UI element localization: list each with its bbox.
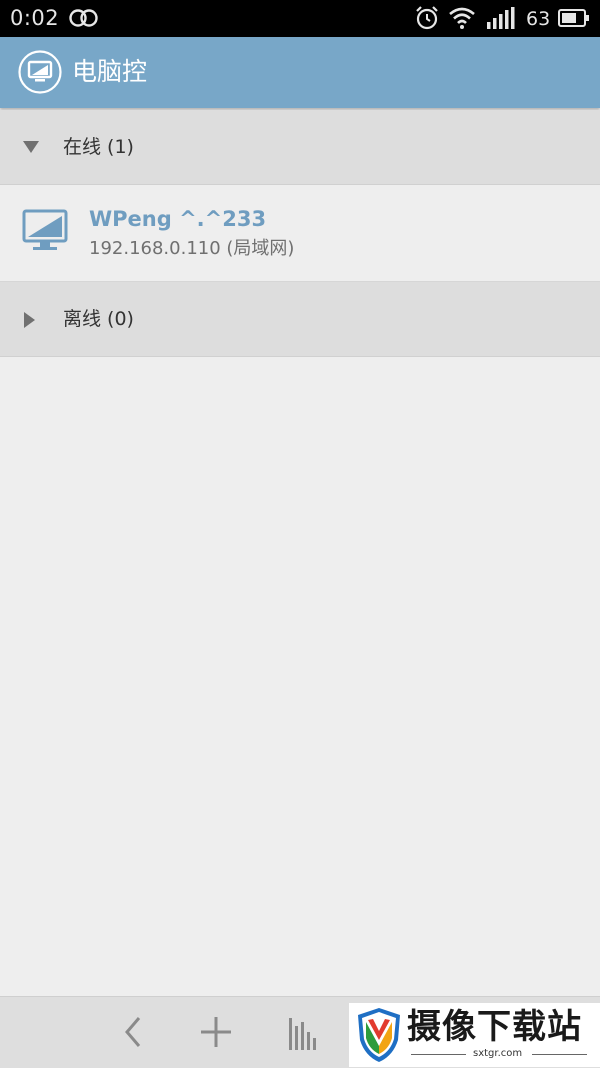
monitor-icon bbox=[22, 209, 68, 257]
link-icon bbox=[68, 8, 100, 32]
monitor-icon[interactable] bbox=[18, 50, 62, 94]
back-button[interactable] bbox=[102, 997, 162, 1068]
caret-right-icon bbox=[22, 311, 36, 333]
watermark-divider bbox=[532, 1054, 587, 1055]
stats-button[interactable] bbox=[271, 997, 331, 1068]
status-bar: 0:02 63 bbox=[0, 0, 600, 37]
device-name: WPeng ^.^233 bbox=[89, 207, 267, 231]
app-bar: 电脑控 bbox=[0, 37, 600, 108]
shield-logo-icon bbox=[355, 1006, 403, 1068]
status-time: 0:02 bbox=[10, 6, 60, 30]
device-row[interactable]: WPeng ^.^233 192.168.0.110 (局域网) bbox=[0, 185, 600, 282]
caret-down-icon bbox=[22, 139, 40, 158]
group-header-online[interactable]: 在线 (1) bbox=[0, 110, 600, 185]
alarm-icon bbox=[414, 5, 440, 35]
battery-icon bbox=[558, 8, 590, 32]
group-label-offline: 离线 (0) bbox=[63, 308, 134, 330]
watermark-url: sxtgr.com bbox=[473, 1048, 523, 1059]
group-label-online: 在线 (1) bbox=[63, 136, 134, 158]
wifi-icon bbox=[448, 6, 476, 34]
watermark-text: 摄像下载站 bbox=[407, 1007, 582, 1047]
battery-percent: 63 bbox=[526, 8, 551, 30]
signal-icon bbox=[486, 7, 516, 33]
add-button[interactable] bbox=[185, 997, 245, 1068]
group-header-offline[interactable]: 离线 (0) bbox=[0, 282, 600, 357]
app-title: 电脑控 bbox=[72, 57, 148, 86]
watermark: 摄像下载站 sxtgr.com bbox=[349, 1003, 600, 1067]
watermark-divider bbox=[411, 1054, 466, 1055]
device-address: 192.168.0.110 (局域网) bbox=[89, 238, 295, 259]
